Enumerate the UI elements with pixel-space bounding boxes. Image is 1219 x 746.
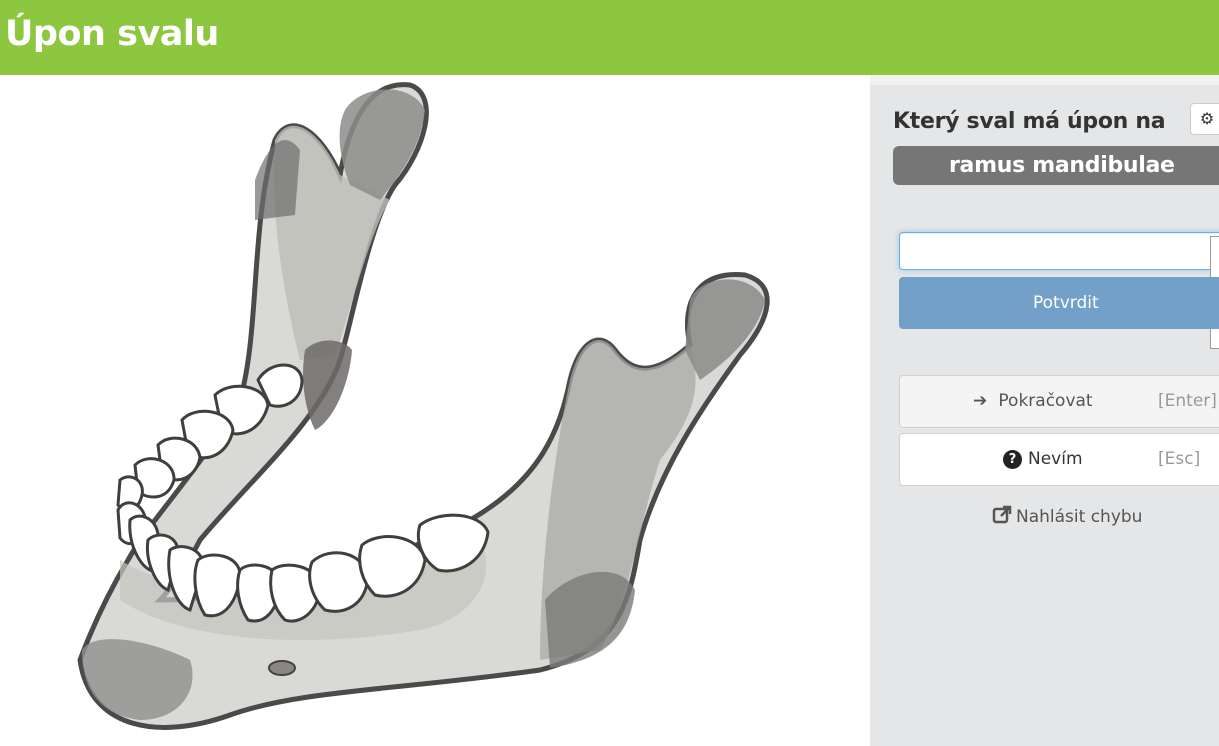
app-title: Úpon svalu (5, 14, 219, 54)
arrow-right-icon: ➔ (973, 391, 988, 411)
dont-know-button[interactable]: ? Nevím [Esc] (899, 433, 1219, 486)
continue-shortcut: [Enter] (1158, 391, 1217, 411)
answer-input[interactable] (899, 232, 1219, 270)
continue-button[interactable]: ➔ Pokračovat [Enter] (899, 375, 1219, 428)
question-circle-icon: ? (1003, 450, 1022, 469)
continue-label: Pokračovat (998, 391, 1093, 411)
panel-top-strip (870, 75, 1219, 85)
dont-know-button-content: ? Nevím (1003, 434, 1083, 485)
question-label: Který sval má úpon na (893, 109, 1166, 134)
mandible-illustration (77, 82, 770, 730)
external-link-icon (992, 505, 1012, 524)
muscle-mark-left (303, 340, 352, 430)
report-error-label: Nahlásit chybu (1016, 507, 1143, 527)
mandible-figure (0, 75, 870, 746)
mental-foramen (268, 660, 296, 676)
continue-button-content: ➔ Pokračovat (973, 376, 1093, 427)
report-error-link[interactable]: Nahlásit chybu (992, 505, 1142, 527)
term-box: ramus mandibulae (893, 146, 1219, 185)
settings-button[interactable]: ⚙ (1190, 103, 1219, 135)
condyle-left-shade (339, 89, 425, 200)
dont-know-label: Nevím (1028, 449, 1083, 469)
confirm-button[interactable]: Potvrdit (899, 277, 1219, 329)
gear-icon: ⚙ (1199, 109, 1215, 128)
dont-know-shortcut: [Esc] (1158, 449, 1201, 469)
quiz-panel: Který sval má úpon na ⚙ ramus mandibulae… (870, 75, 1219, 746)
coronoid-left-shade (255, 140, 300, 220)
app-header: Úpon svalu (0, 0, 1219, 75)
